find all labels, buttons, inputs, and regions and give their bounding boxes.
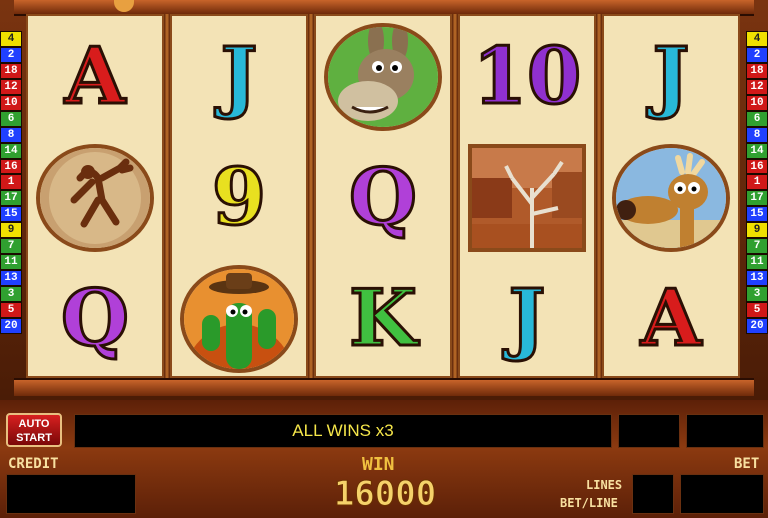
payline-number: 9	[746, 222, 768, 239]
reel-2: J9	[170, 14, 308, 378]
bet-line-label: BET/LINE	[560, 496, 618, 510]
symbol-picture	[458, 137, 596, 258]
payline-indicators-left: 4 2 18 12 10 6 8 14 16 1 17 15 9 7 11 13 3 5 20	[0, 31, 22, 334]
auto-start-button[interactable]: AUTO START	[6, 413, 62, 447]
symbol-glyph: A	[639, 272, 703, 364]
payline-number: 8	[746, 126, 768, 143]
credit-label: CREDIT	[8, 456, 59, 472]
symbol-9: 9	[170, 137, 308, 258]
payline-number: 15	[746, 206, 768, 223]
symbol-q: Q	[314, 137, 452, 258]
payline-number: 3	[746, 286, 768, 302]
payline-number: 20	[746, 317, 768, 334]
payline-number: 13	[0, 270, 22, 286]
bet-display	[680, 474, 764, 514]
payline-number: 11	[0, 254, 22, 271]
donkey-icon	[324, 22, 442, 131]
payline-number: 4	[746, 31, 768, 47]
symbol-picture	[26, 137, 164, 258]
symbol-glyph: A	[63, 30, 127, 122]
message-display: ALL WINS x3	[74, 414, 612, 448]
symbol-a: A	[602, 258, 740, 379]
symbol-glyph: 9	[210, 151, 267, 243]
payline-indicators-right: 4 2 18 12 10 6 8 14 16 1 17 15 9 7 11 13 3 5 20	[746, 31, 768, 334]
payline-number: 12	[0, 78, 22, 95]
payline-number: 4	[0, 31, 22, 47]
reel-4: 10 J	[458, 14, 596, 378]
ornament-icon	[114, 0, 134, 12]
symbol-glyph: Q	[348, 151, 419, 243]
symbol-j: J	[602, 16, 740, 137]
cactus-icon	[180, 264, 298, 373]
payline-number: 6	[746, 110, 768, 127]
info-box-1	[618, 414, 680, 448]
credit-display	[6, 474, 136, 514]
symbol-picture	[170, 258, 308, 379]
payline-number: 10	[746, 94, 768, 111]
payline-number: 1	[746, 174, 768, 191]
symbol-10: 10	[458, 16, 596, 137]
payline-number: 16	[0, 158, 22, 175]
payline-number: 6	[0, 110, 22, 127]
payline-number: 10	[0, 94, 22, 111]
payline-number: 17	[746, 190, 768, 207]
symbol-k: K	[314, 258, 452, 379]
kokopelli-icon	[36, 143, 154, 252]
payline-number: 7	[0, 238, 22, 255]
bottom-border	[14, 378, 754, 396]
payline-number: 11	[746, 254, 768, 271]
win-value: 16000	[333, 474, 437, 515]
reel-1: AQ	[26, 14, 164, 378]
payline-number: 14	[0, 142, 22, 159]
payline-number: 3	[0, 286, 22, 302]
payline-number: 18	[746, 62, 768, 79]
payline-number: 1	[0, 174, 22, 191]
payline-number: 18	[0, 62, 22, 79]
symbol-glyph: J	[219, 30, 259, 122]
lines-display	[632, 474, 674, 514]
canyon-tree-icon	[468, 143, 586, 252]
payline-number: 8	[0, 126, 22, 143]
payline-number: 16	[746, 158, 768, 175]
symbol-picture	[602, 137, 740, 258]
win-label: WIN	[362, 454, 395, 475]
payline-number: 7	[746, 238, 768, 255]
payline-number: 12	[746, 78, 768, 95]
payline-number: 2	[0, 46, 22, 63]
symbol-glyph: J	[651, 30, 691, 122]
symbol-glyph: Q	[60, 272, 131, 364]
reels-area: A Q J 9 Q K 10 J J A	[26, 14, 742, 378]
payline-number: 5	[746, 301, 768, 318]
reel-5: JA	[602, 14, 740, 378]
payline-number: 9	[0, 222, 22, 239]
payline-number: 17	[0, 190, 22, 207]
bet-label: BET	[734, 456, 760, 472]
reel-3: QK	[314, 14, 452, 378]
symbol-glyph: J	[507, 272, 547, 364]
info-box-2	[686, 414, 764, 448]
payline-number: 14	[746, 142, 768, 159]
symbol-picture	[314, 16, 452, 137]
symbol-glyph: 10	[471, 30, 583, 122]
symbol-j: J	[170, 16, 308, 137]
symbol-j: J	[458, 258, 596, 379]
payline-number: 15	[0, 206, 22, 223]
payline-number: 5	[0, 301, 22, 318]
payline-number: 2	[746, 46, 768, 63]
lines-label: LINES	[586, 478, 623, 492]
symbol-a: A	[26, 16, 164, 137]
moose-icon	[612, 143, 730, 252]
payline-number: 13	[746, 270, 768, 286]
symbol-q: Q	[26, 258, 164, 379]
payline-number: 20	[0, 317, 22, 334]
symbol-glyph: K	[348, 272, 419, 364]
